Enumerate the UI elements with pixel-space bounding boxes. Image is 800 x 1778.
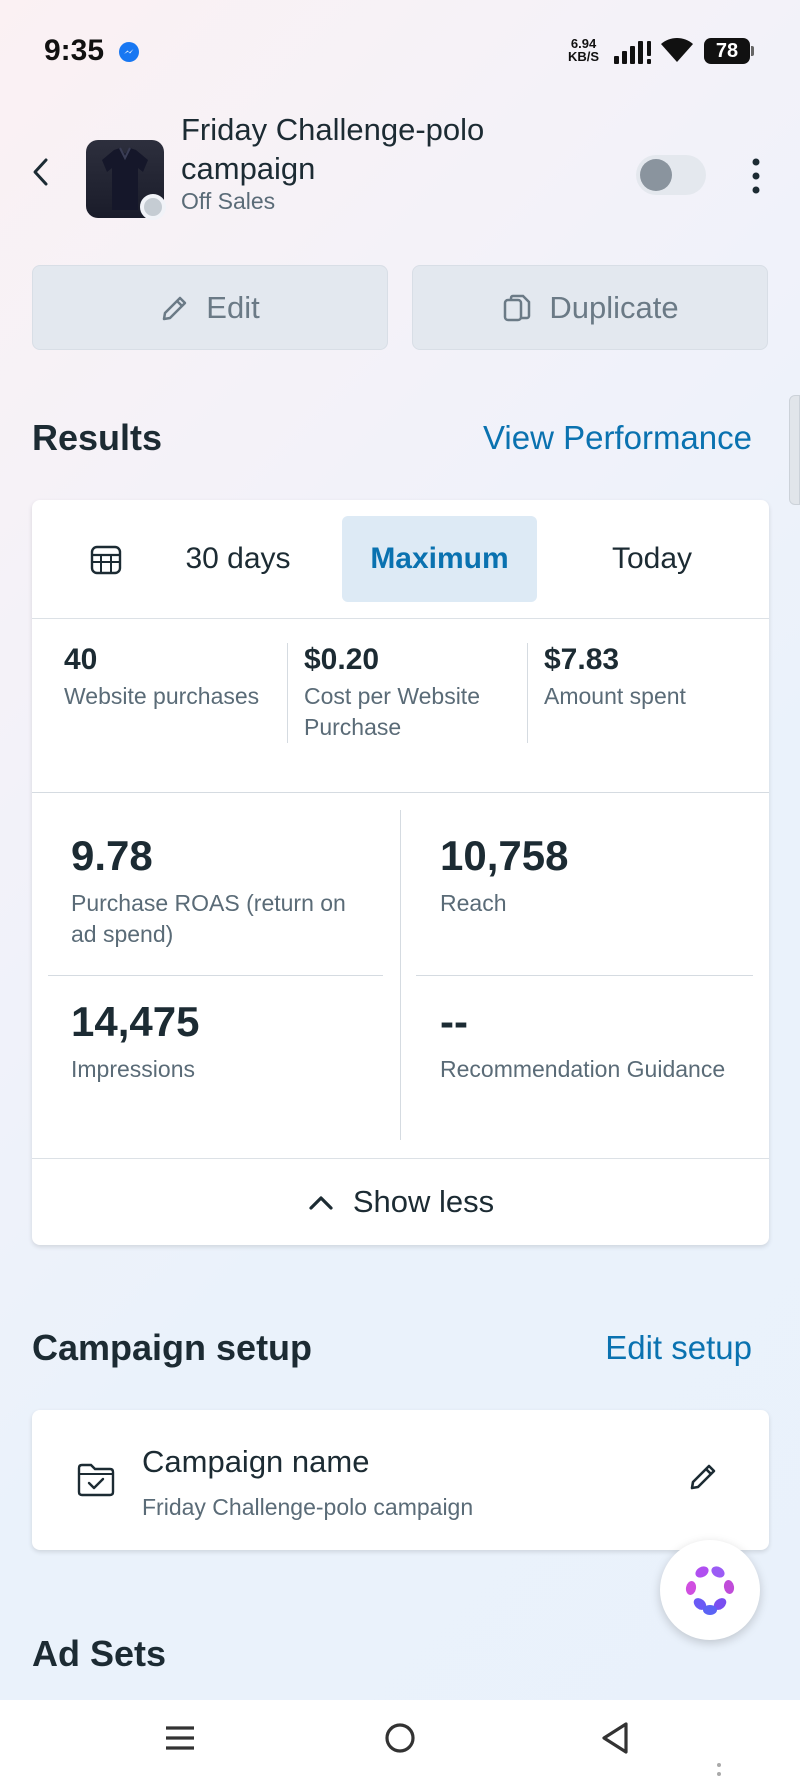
- more-vertical-icon[interactable]: [746, 154, 766, 198]
- status-bar: 9:35 6.94 KB/S 78: [0, 0, 800, 100]
- campaign-name-card[interactable]: Campaign name Friday Challenge-polo camp…: [32, 1410, 769, 1550]
- tab-30-days[interactable]: 30 days: [152, 516, 324, 602]
- metric-cost-per-purchase: $0.20 Cost per Website Purchase: [304, 643, 480, 740]
- edit-button[interactable]: Edit: [32, 265, 388, 350]
- divider: [48, 975, 383, 976]
- network-speed: 6.94 KB/S: [568, 36, 600, 64]
- edge-panel-handle[interactable]: [789, 395, 800, 505]
- pencil-icon: [163, 296, 187, 320]
- campaign-title: Friday Challenge-polo campaign: [181, 112, 485, 186]
- campaign-name-value: Friday Challenge-polo campaign: [142, 1494, 474, 1520]
- menu-icon[interactable]: [164, 1718, 196, 1758]
- system-navigation-bar: [0, 1700, 800, 1778]
- dots-indicator-icon: [717, 1763, 721, 1776]
- metric-impressions: 14,475 Impressions: [71, 998, 200, 1082]
- show-less-button[interactable]: Show less: [32, 1158, 769, 1245]
- show-less-label: Show less: [352, 1184, 495, 1219]
- folder-check-icon: [77, 1463, 115, 1497]
- back-arrow-icon[interactable]: [26, 152, 56, 192]
- status-indicator: [140, 194, 166, 220]
- metric-website-purchases: 40 Website purchases: [64, 643, 260, 709]
- results-card: 30 days Maximum Today 40 Website purchas…: [32, 500, 769, 1245]
- calendar-icon[interactable]: [90, 544, 122, 576]
- duplicate-button[interactable]: Duplicate: [412, 265, 768, 350]
- ai-assistant-icon: [685, 1566, 735, 1615]
- campaign-header: Friday Challenge-polo campaign Off Sales: [0, 100, 800, 230]
- ad-sets-heading: Ad Sets: [32, 1633, 167, 1674]
- ai-assistant-button[interactable]: [660, 1540, 760, 1640]
- wifi-icon: [661, 38, 693, 62]
- view-performance-link[interactable]: View Performance: [483, 419, 752, 457]
- divider: [416, 975, 753, 976]
- duplicate-icon: [504, 294, 531, 321]
- toggle-knob: [640, 159, 672, 191]
- clock: 9:35: [44, 34, 105, 67]
- metric-amount-spent: $7.83 Amount spent: [544, 643, 686, 709]
- divider: [287, 643, 288, 743]
- divider: [400, 810, 401, 1140]
- results-heading: Results: [32, 417, 163, 458]
- campaign-toggle[interactable]: [636, 155, 706, 195]
- metric-purchase-roas: 9.78 Purchase ROAS (return on ad spend): [71, 832, 346, 947]
- edit-label: Edit: [206, 289, 260, 325]
- edit-campaign-name-pencil-icon[interactable]: [688, 1460, 720, 1492]
- date-range-tabs: 30 days Maximum Today: [32, 500, 769, 619]
- chevron-up-icon: [309, 1196, 333, 1210]
- tab-today[interactable]: Today: [552, 516, 752, 602]
- campaign-name-label: Campaign name: [142, 1444, 370, 1479]
- signal-icon: [614, 41, 651, 64]
- metric-reach: 10,758 Reach: [440, 832, 569, 916]
- campaign-setup-heading: Campaign setup: [32, 1327, 313, 1368]
- messenger-icon: [119, 42, 139, 62]
- home-circle-icon[interactable]: [382, 1718, 418, 1758]
- edit-setup-link[interactable]: Edit setup: [605, 1329, 752, 1367]
- tab-maximum[interactable]: Maximum: [342, 516, 537, 602]
- divider: [32, 792, 769, 793]
- metric-recommendation-guidance: -- Recommendation Guidance: [440, 998, 726, 1082]
- divider: [527, 643, 528, 743]
- back-triangle-icon[interactable]: [598, 1718, 632, 1758]
- battery-icon: 78: [704, 38, 754, 64]
- duplicate-label: Duplicate: [549, 289, 679, 325]
- campaign-status: Off Sales: [181, 188, 276, 214]
